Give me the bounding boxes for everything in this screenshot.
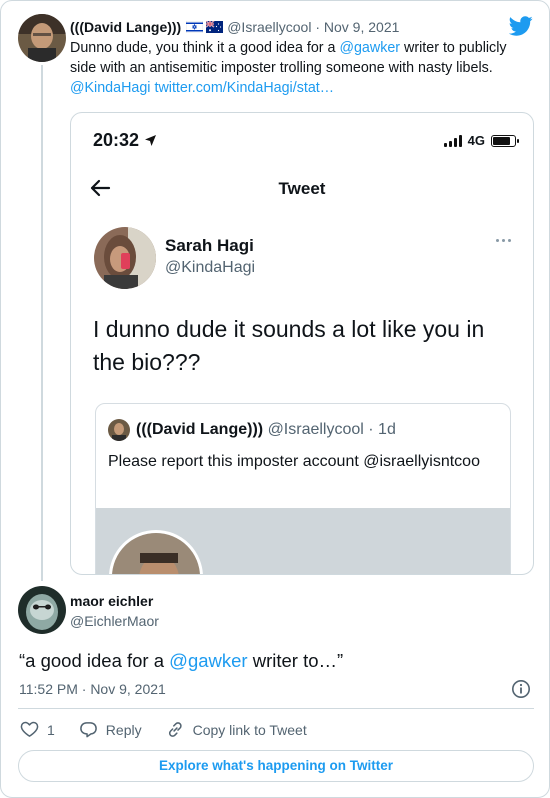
- like-button[interactable]: 1: [20, 720, 55, 739]
- flag-emojis: [186, 21, 224, 33]
- twitter-bird-icon[interactable]: [509, 14, 533, 38]
- quoted-author-name: (((David Lange))): [136, 421, 264, 438]
- link-icon: [168, 722, 182, 737]
- copy-link-label: Copy link to Tweet: [192, 721, 307, 738]
- quoted-tweet-header: (((David Lange))) @Israellycool · 1d: [136, 421, 396, 439]
- australia-flag-icon: [206, 21, 224, 33]
- tweet-text: “a good idea for a @gawker writer to…”: [19, 650, 344, 671]
- reply-button[interactable]: Reply: [79, 720, 142, 739]
- copy-link-button[interactable]: Copy link to Tweet: [166, 720, 307, 739]
- location-arrow-icon: [145, 135, 157, 146]
- status-bar-time: 20:32: [93, 130, 157, 151]
- more-options-icon: [496, 239, 511, 242]
- signal-bars-icon: [443, 134, 462, 147]
- parent-author-avatar[interactable]: [18, 14, 66, 62]
- screen-title: Tweet: [278, 179, 326, 198]
- inner-author-handle: @KindaHagi: [165, 259, 256, 276]
- quoted-tweet: (((David Lange))) @Israellycool · 1d Ple…: [95, 403, 511, 574]
- parent-tweet-text: Dunno dude, you think it a good idea for…: [70, 40, 507, 96]
- heart-icon: [20, 721, 39, 737]
- info-icon[interactable]: [511, 679, 531, 699]
- battery-icon: [491, 134, 519, 147]
- network-label: 4G: [467, 133, 485, 148]
- inner-author-avatar: [94, 227, 156, 289]
- tweet-embed-card: (((David Lange))) @Israellycool · Nov 9,…: [0, 0, 550, 798]
- thread-connector-line: [41, 65, 43, 581]
- israel-flag-icon: [186, 21, 204, 33]
- author-avatar[interactable]: [18, 586, 66, 634]
- quoted-tweet-text: Please report this imposter account @isr…: [108, 453, 480, 470]
- embedded-screenshot[interactable]: 20:32 4G Tweet Sarah Hagi @KindaHagi I d…: [70, 112, 534, 575]
- like-count: 1: [47, 721, 55, 738]
- status-bar-indicators: 4G: [443, 133, 519, 148]
- author-name[interactable]: maor eichler: [70, 593, 153, 609]
- inner-author-name: Sarah Hagi: [165, 236, 254, 255]
- quoted-media: [96, 508, 510, 574]
- explore-twitter-button[interactable]: Explore what's happening on Twitter: [18, 750, 534, 782]
- parent-author-name[interactable]: (((David Lange))): [70, 18, 181, 36]
- quoted-author-avatar: [108, 419, 130, 441]
- quoted-handle-date: @Israellycool · 1d: [267, 421, 396, 438]
- quoted-media-profile-image: [109, 530, 203, 574]
- inner-tweet-text: I dunno dude it sounds a lot like you in…: [93, 316, 485, 375]
- gawker-mention-link-main[interactable]: @gawker: [169, 650, 247, 671]
- tweet-actions: 1 Reply Copy link to Tweet: [20, 720, 331, 739]
- reply-label: Reply: [105, 721, 142, 738]
- parent-tweet-header: (((David Lange))) @Israellycool · Nov 9,…: [70, 18, 399, 36]
- reply-icon: [79, 722, 97, 738]
- author-handle[interactable]: @EichlerMaor: [70, 613, 159, 629]
- parent-handle-date[interactable]: @Israellycool · Nov 9, 2021: [227, 18, 399, 36]
- tweet-timestamp[interactable]: 11:52 PM · Nov 9, 2021: [19, 681, 166, 697]
- tweet-url-link[interactable]: twitter.com/KindaHagi/stat…: [154, 80, 334, 96]
- divider: [18, 708, 534, 709]
- gawker-mention-link[interactable]: @gawker: [339, 40, 400, 56]
- kindahagi-mention-link[interactable]: @KindaHagi: [70, 80, 150, 96]
